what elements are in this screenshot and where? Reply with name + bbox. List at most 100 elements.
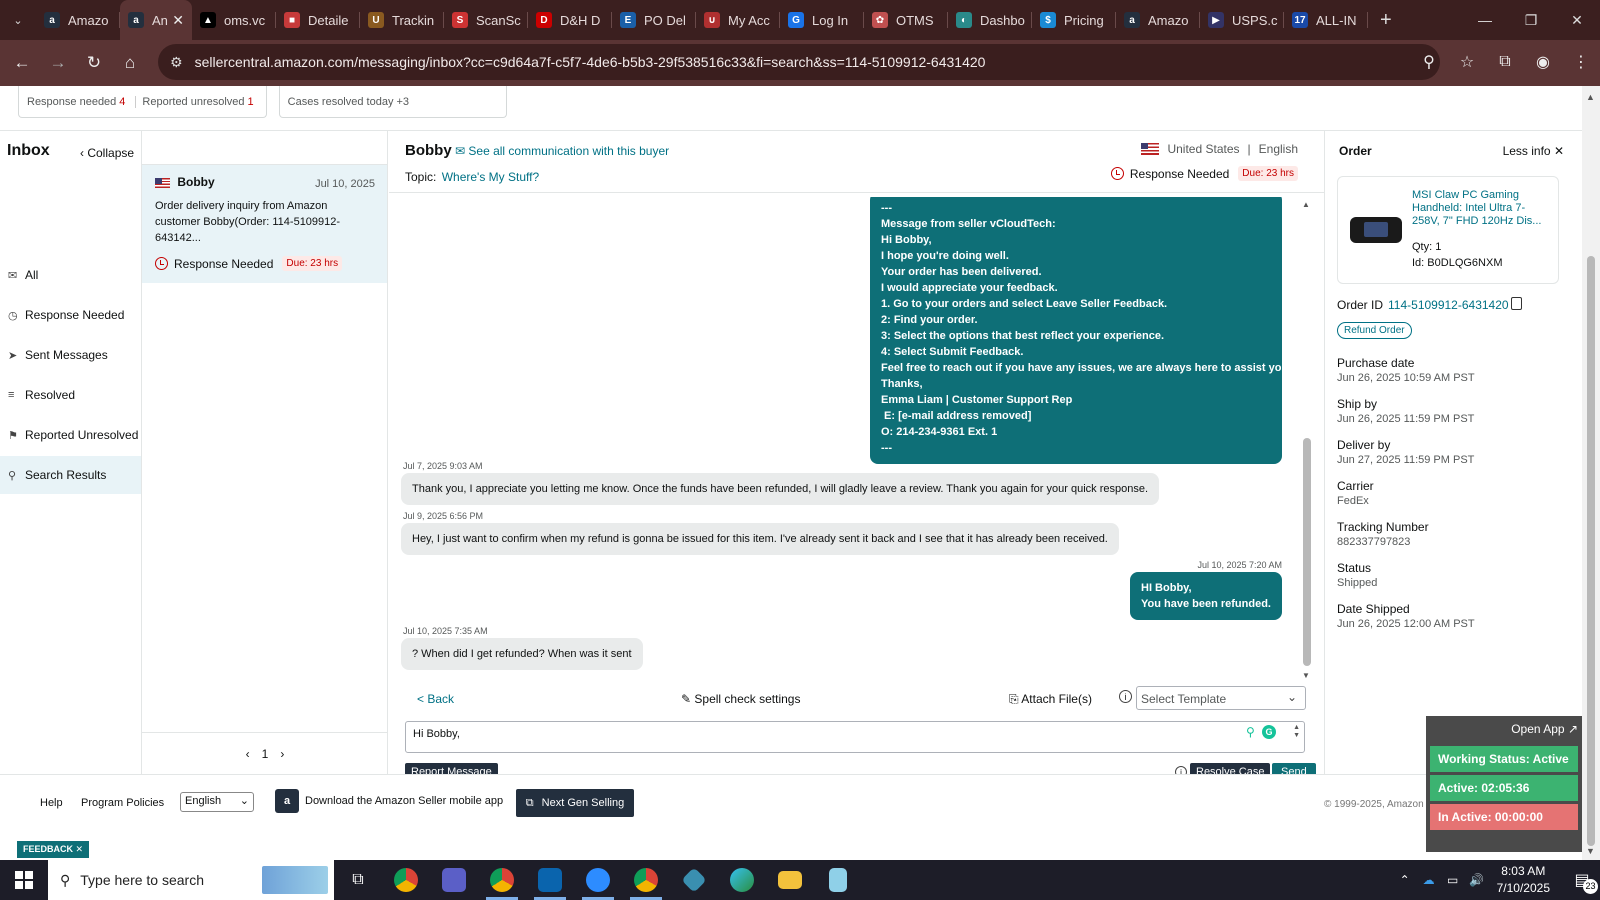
grammarly-icon[interactable]: G [1262,725,1276,739]
file-explorer-icon[interactable] [766,860,814,900]
zoom-app-icon[interactable] [574,860,622,900]
order-field: Status Shipped [1337,561,1378,589]
bookmark-star-icon[interactable]: ☆ [1448,44,1486,80]
copyright: © 1999-2025, Amazon [1324,799,1424,810]
new-tab-button[interactable]: + [1380,9,1392,32]
suggestion-icon[interactable]: ⚲ [1246,725,1256,739]
edge-icon[interactable] [718,860,766,900]
profile-icon[interactable]: ◉ [1524,44,1562,80]
browser-tab[interactable]: ■ Detaile [276,0,360,40]
tab-favicon-icon: ✿ [872,12,888,28]
sidebar-item-sent-messages[interactable]: ➤ Sent Messages [0,336,141,374]
browser-tab[interactable]: a Amazo [1116,0,1200,40]
open-app-button[interactable]: Open App ↗ [1511,722,1578,736]
taskbar-search[interactable]: ⚲ Type here to search [48,860,334,900]
chrome-alt-icon[interactable] [622,860,670,900]
browser-tab[interactable]: D D&H D [528,0,612,40]
home-icon[interactable]: ⌂ [112,45,148,81]
tab-search-icon[interactable]: ⌄ [0,0,36,40]
chevron-up-icon[interactable]: ⌃ [1393,873,1417,887]
copy-icon[interactable] [1511,297,1522,310]
see-all-link[interactable]: ✉ See all communication with this buyer [455,144,669,158]
browser-tab[interactable]: ▲ oms.vc [192,0,276,40]
menu-dots-icon[interactable]: ⋮ [1562,44,1600,80]
close-window-icon[interactable]: ✕ [1554,0,1600,40]
help-link[interactable]: Help [40,797,63,809]
refund-order-button[interactable]: Refund Order [1337,322,1412,339]
prev-page-icon[interactable]: ‹ [246,747,250,761]
sidebar-item-resolved[interactable]: ≡ Resolved [0,376,141,414]
outlook-icon[interactable] [526,860,574,900]
reload-icon[interactable]: ↻ [76,45,112,81]
stats-card-resolved[interactable]: Cases resolved today +3 [278,86,507,118]
back-arrow-icon[interactable]: ← [4,45,40,81]
browser-tab[interactable]: a Amazo [36,0,120,40]
next-gen-selling-button[interactable]: ⧉ Next Gen Selling [516,789,634,817]
chrome-profile-icon[interactable] [478,860,526,900]
browser-tab[interactable]: ◐ Dashbo [948,0,1032,40]
mobile-app-link[interactable]: a Download the Amazon Seller mobile app [275,789,503,813]
sidebar-item-reported-unresolved[interactable]: ⚑ Reported Unresolved [0,416,141,454]
task-view-icon[interactable]: ⧉ [334,860,382,900]
stats-card-response[interactable]: Response needed 4 Reported unresolved 1 [18,86,267,118]
notification-icon[interactable]: ▤ 23 [1564,870,1600,894]
taskbar-clock[interactable]: 8:03 AM 7/10/2025 [1497,863,1550,897]
volume-icon[interactable]: 🔊 [1465,873,1489,887]
browser-tab[interactable]: S ScanSc [444,0,528,40]
app-icon[interactable] [670,860,718,900]
buyer-message: Hey, I just want to confirm when my refu… [401,523,1119,555]
notepad-icon[interactable] [814,860,862,900]
sidebar-item-all[interactable]: ✉ All [0,256,141,294]
info-icon[interactable]: i [1119,690,1132,703]
resolved-icon: ≡ [8,389,15,401]
browser-tab[interactable]: G Log In [780,0,864,40]
list-item[interactable]: Bobby Jul 10, 2025 Order delivery inquir… [142,165,387,283]
close-tab-icon[interactable]: ✕ [172,12,184,29]
browser-tab[interactable]: U Trackin [360,0,444,40]
site-info-icon[interactable]: ⚙ [170,54,183,71]
browser-tab[interactable]: ▶ USPS.c [1200,0,1284,40]
extensions-icon[interactable]: ⧉ [1486,44,1524,80]
next-page-icon[interactable]: › [280,747,284,761]
resize-handle-icon[interactable]: ▲ ▼ [1293,724,1300,740]
less-info-button[interactable]: Less info ✕ [1503,144,1564,158]
address-bar[interactable]: ⚙ sellercentral.amazon.com/messaging/inb… [158,44,1440,80]
collapse-button[interactable]: ‹ Collapse [80,146,134,160]
product-link[interactable]: MSI Claw PC Gaming Handheld: Intel Ultra… [1412,189,1552,228]
clock-icon: ◷ [8,309,18,322]
windows-start-icon[interactable] [0,860,48,900]
browser-tab[interactable]: 17 ALL-IN [1284,0,1368,40]
browser-tab[interactable]: ∪ My Acc [696,0,780,40]
due-badge: Due: 23 hrs [282,256,343,271]
spell-check-button[interactable]: ✎ Spell check settings [681,692,800,706]
topic-link[interactable]: Where's My Stuff? [442,170,539,184]
sidebar-item-search-results[interactable]: ⚲ Search Results [0,456,141,494]
tab-favicon-icon: S [452,12,468,28]
onedrive-icon[interactable]: ☁ [1417,873,1441,887]
policies-link[interactable]: Program Policies [81,797,164,809]
zoom-icon[interactable]: ⚲ [1410,44,1448,80]
teams-icon[interactable] [430,860,478,900]
back-link[interactable]: < Back [417,692,454,706]
feedback-button[interactable]: FEEDBACK ✕ [17,841,90,858]
language-select[interactable]: English ⌄ [180,792,254,812]
order-field: Ship by Jun 26, 2025 11:59 PM PST [1337,397,1475,425]
browser-tab[interactable]: $ Pricing [1032,0,1116,40]
order-id-link[interactable]: 114-5109912-6431420 [1388,298,1509,312]
attach-files-button[interactable]: ⎘ Attach File(s) [1009,692,1092,707]
reply-textarea[interactable]: Hi Bobby, ⚲ G ▲ ▼ [405,721,1305,753]
minimize-icon[interactable]: — [1462,0,1508,40]
chrome-icon[interactable] [382,860,430,900]
browser-tab[interactable]: E PO Del [612,0,696,40]
browser-tab[interactable]: a An ✕ [120,0,192,40]
page-scrollbar[interactable]: ▲ ▼ [1582,86,1600,860]
sidebar-item-response-needed[interactable]: ◷ Response Needed [0,296,141,334]
browser-tab-strip: ⌄ a Amazo a An ✕ ▲ oms.vc ■ Detaile U Trackin S Scan… [0,0,1600,40]
forward-arrow-icon[interactable]: → [40,45,76,81]
order-field: Purchase date Jun 26, 2025 10:59 AM PST [1337,356,1475,384]
browser-tab[interactable]: ✿ OTMS [864,0,948,40]
template-select[interactable]: Select Template ⌄ [1136,686,1306,710]
restore-icon[interactable]: ❐ [1508,0,1554,40]
thread-scrollbar[interactable]: ▲ ▼ [1302,200,1312,680]
network-icon[interactable]: ▭ [1441,873,1465,887]
